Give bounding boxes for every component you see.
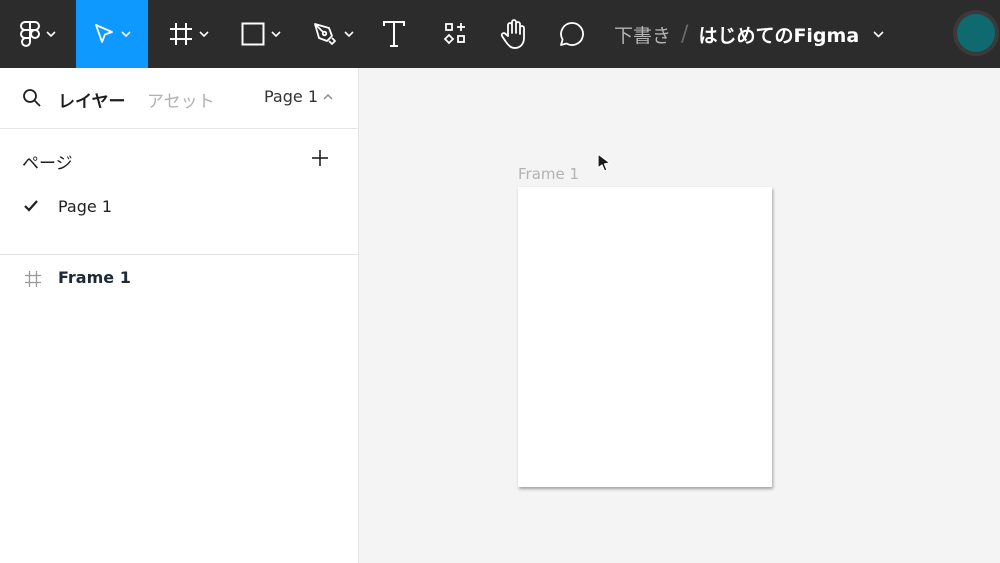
avatar <box>957 14 995 52</box>
comment-icon <box>560 22 584 46</box>
page-selector[interactable]: Page 1 <box>264 87 333 106</box>
checkmark-icon <box>24 200 38 212</box>
canvas-frame[interactable] <box>518 187 772 487</box>
figma-logo-icon <box>20 21 40 47</box>
move-pointer-icon <box>95 24 113 43</box>
toolbar: 下書き / はじめてのFigma <box>0 0 1000 68</box>
tab-assets[interactable]: アセット <box>147 87 215 112</box>
chevron-down-icon <box>199 31 209 37</box>
chevron-down-icon <box>344 31 354 37</box>
pages-title: ページ <box>22 154 73 174</box>
resources-icon <box>444 23 465 45</box>
main-menu-button[interactable] <box>0 0 76 68</box>
panel-tabs: レイヤー アセット Page 1 <box>0 68 358 129</box>
search-icon[interactable] <box>22 88 42 108</box>
layer-list-item-label: Frame 1 <box>58 268 131 287</box>
chevron-down-icon[interactable] <box>873 30 884 38</box>
breadcrumb-drafts-link[interactable]: 下書き <box>614 21 671 48</box>
chevron-down-icon <box>121 31 131 37</box>
page-list-item[interactable]: Page 1 <box>0 191 358 223</box>
frame-tool-button[interactable] <box>160 0 218 68</box>
page-selector-label: Page 1 <box>264 87 318 106</box>
chevron-down-icon <box>46 31 56 37</box>
pen-tool-button[interactable] <box>302 0 364 68</box>
comment-tool-button[interactable] <box>550 0 594 68</box>
file-name[interactable]: はじめてのFigma <box>698 21 859 48</box>
breadcrumb: 下書き / はじめてのFigma <box>614 0 884 68</box>
canvas[interactable]: Frame 1 <box>359 68 1000 563</box>
frame-hash-icon <box>170 23 192 45</box>
resources-tool-button[interactable] <box>434 0 478 68</box>
move-tool-button[interactable] <box>76 0 148 68</box>
page-list-item-label: Page 1 <box>58 197 112 216</box>
pen-icon <box>314 23 336 45</box>
chevron-down-icon <box>271 31 281 37</box>
pages-section: ページ Page 1 <box>0 129 358 255</box>
user-avatar-button[interactable] <box>953 10 999 56</box>
text-tool-button[interactable] <box>372 0 416 68</box>
chevron-up-icon <box>323 93 333 99</box>
mouse-cursor-icon <box>597 153 611 172</box>
hand-icon <box>500 19 525 49</box>
rectangle-icon <box>241 22 265 46</box>
tab-layers[interactable]: レイヤー <box>58 87 126 112</box>
left-panel: レイヤー アセット Page 1 ページ Page 1 Frame 1 <box>0 68 359 563</box>
frame-label[interactable]: Frame 1 <box>518 165 579 183</box>
hand-tool-button[interactable] <box>492 0 536 68</box>
layer-list-item[interactable]: Frame 1 <box>0 255 358 303</box>
shape-tool-button[interactable] <box>230 0 292 68</box>
add-page-icon[interactable] <box>310 148 330 168</box>
frame-hash-icon <box>25 271 41 287</box>
text-icon <box>383 21 405 47</box>
breadcrumb-separator: / <box>681 21 689 47</box>
